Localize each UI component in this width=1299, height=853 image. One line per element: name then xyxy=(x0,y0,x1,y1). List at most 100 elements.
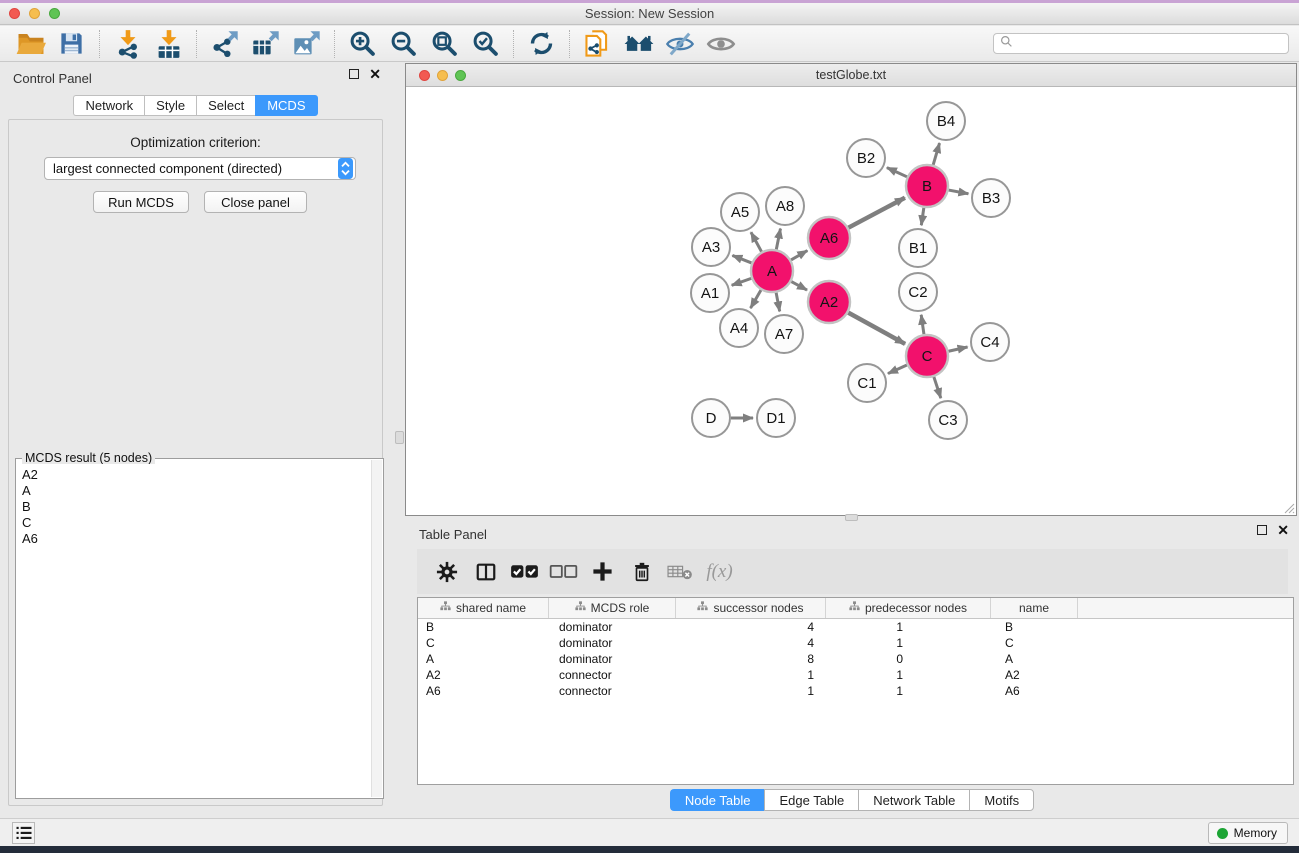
tab-edge-table[interactable]: Edge Table xyxy=(764,789,858,811)
table-row[interactable]: Adominator80A xyxy=(418,651,1293,667)
table-row[interactable]: Cdominator41C xyxy=(418,635,1293,651)
node-B[interactable]: B xyxy=(906,165,948,207)
task-history-button[interactable] xyxy=(12,822,35,844)
node-D[interactable]: D xyxy=(692,399,730,437)
maximize-window-button[interactable] xyxy=(49,8,60,19)
mcds-list-scrollbar[interactable] xyxy=(371,460,382,797)
table-row[interactable]: A2connector11A2 xyxy=(418,667,1293,683)
edge-A-A1[interactable] xyxy=(732,278,752,285)
node-C4[interactable]: C4 xyxy=(971,323,1009,361)
edge-A-A5[interactable] xyxy=(751,232,762,251)
column-view-icon[interactable] xyxy=(466,554,505,590)
edge-C-C4[interactable] xyxy=(948,347,967,351)
node-A7[interactable]: A7 xyxy=(765,315,803,353)
edge-A6-B[interactable] xyxy=(848,198,904,228)
node-B2[interactable]: B2 xyxy=(847,139,885,177)
close-panel-icon[interactable]: ✕ xyxy=(369,69,381,79)
export-image-icon[interactable] xyxy=(286,27,327,60)
settings-icon[interactable] xyxy=(427,554,466,590)
node-C3[interactable]: C3 xyxy=(929,401,967,439)
node-A4[interactable]: A4 xyxy=(720,309,758,347)
clone-network-icon[interactable] xyxy=(577,27,618,60)
close-panel-button[interactable]: Close panel xyxy=(204,191,307,213)
edge-A2-C[interactable] xyxy=(848,313,905,344)
tab-node-table[interactable]: Node Table xyxy=(670,789,765,811)
function-builder-icon[interactable]: f(x) xyxy=(700,554,739,590)
resize-grip[interactable] xyxy=(1283,502,1295,514)
node-A1[interactable]: A1 xyxy=(691,274,729,312)
node-C[interactable]: C xyxy=(906,335,948,377)
import-table-icon[interactable] xyxy=(148,27,189,60)
export-table-icon[interactable] xyxy=(245,27,286,60)
zoom-fit-icon[interactable] xyxy=(424,27,465,60)
minimize-window-button[interactable] xyxy=(29,8,40,19)
tab-style[interactable]: Style xyxy=(144,95,196,116)
mcds-result-item[interactable]: C xyxy=(22,515,371,531)
edge-A-A3[interactable] xyxy=(732,255,751,263)
node-A6[interactable]: A6 xyxy=(808,217,850,259)
mcds-result-item[interactable]: A6 xyxy=(22,531,371,547)
edge-C-C3[interactable] xyxy=(934,377,941,398)
zoom-in-icon[interactable] xyxy=(342,27,383,60)
column-header-successor-nodes[interactable]: successor nodes xyxy=(676,598,826,618)
column-header-MCDS-role[interactable]: MCDS role xyxy=(549,598,676,618)
table-row[interactable]: A6connector11A6 xyxy=(418,683,1293,699)
open-session-icon[interactable] xyxy=(10,27,51,60)
delete-table-icon[interactable] xyxy=(661,554,700,590)
edge-A-A7[interactable] xyxy=(776,293,780,312)
edge-B-B3[interactable] xyxy=(949,190,969,194)
mcds-result-list[interactable]: A2ABCA6 xyxy=(17,464,371,797)
tab-network-table[interactable]: Network Table xyxy=(858,789,969,811)
deselect-all-icon[interactable] xyxy=(544,554,583,590)
node-B3[interactable]: B3 xyxy=(972,179,1010,217)
table-row[interactable]: Bdominator41B xyxy=(418,619,1293,635)
optimization-criterion-select[interactable]: largest connected component (directed) xyxy=(44,157,356,180)
edge-B-B4[interactable] xyxy=(933,143,939,165)
edge-C-C1[interactable] xyxy=(888,365,907,374)
tab-select[interactable]: Select xyxy=(196,95,255,116)
delete-column-icon[interactable] xyxy=(622,554,661,590)
run-mcds-button[interactable]: Run MCDS xyxy=(93,191,189,213)
zoom-out-icon[interactable] xyxy=(383,27,424,60)
edge-A-A8[interactable] xyxy=(776,229,780,250)
node-A[interactable]: A xyxy=(751,250,793,292)
column-header-predecessor-nodes[interactable]: predecessor nodes xyxy=(826,598,991,618)
network-maximize-button[interactable] xyxy=(455,70,466,81)
memory-button[interactable]: Memory xyxy=(1208,822,1288,844)
close-window-button[interactable] xyxy=(9,8,20,19)
show-all-icon[interactable] xyxy=(700,27,741,60)
node-A8[interactable]: A8 xyxy=(766,187,804,225)
export-network-icon[interactable] xyxy=(204,27,245,60)
mcds-result-item[interactable]: A xyxy=(22,483,371,499)
edge-A-A2[interactable] xyxy=(791,282,807,291)
column-header-shared-name[interactable]: shared name xyxy=(418,598,549,618)
node-B4[interactable]: B4 xyxy=(927,102,965,140)
tab-motifs[interactable]: Motifs xyxy=(969,789,1034,811)
refresh-layout-icon[interactable] xyxy=(521,27,562,60)
network-minimize-button[interactable] xyxy=(437,70,448,81)
mcds-result-item[interactable]: A2 xyxy=(22,467,371,483)
float-panel-icon[interactable] xyxy=(349,69,359,79)
node-C2[interactable]: C2 xyxy=(899,273,937,311)
node-A2[interactable]: A2 xyxy=(808,281,850,323)
network-canvas[interactable]: B4B2BB3B1A5A8A6A3AA1C2A2A4A7C4CC1C3DD1 xyxy=(406,88,1296,515)
mcds-result-item[interactable]: B xyxy=(22,499,371,515)
add-column-icon[interactable] xyxy=(583,554,622,590)
network-close-button[interactable] xyxy=(419,70,430,81)
vertical-split-handle[interactable] xyxy=(395,431,404,444)
float-table-panel-icon[interactable] xyxy=(1257,525,1267,535)
select-all-icon[interactable] xyxy=(505,554,544,590)
home-view-icon[interactable] xyxy=(618,27,659,60)
edge-C-C2[interactable] xyxy=(921,315,924,334)
tab-network[interactable]: Network xyxy=(73,95,144,116)
edge-B-B1[interactable] xyxy=(921,208,924,225)
edge-B-B2[interactable] xyxy=(887,168,907,177)
edge-A-A4[interactable] xyxy=(751,290,761,308)
import-network-icon[interactable] xyxy=(107,27,148,60)
column-header-name[interactable]: name xyxy=(991,598,1078,618)
hide-selected-icon[interactable] xyxy=(659,27,700,60)
search-box[interactable] xyxy=(993,33,1289,54)
zoom-selected-icon[interactable] xyxy=(465,27,506,60)
node-B1[interactable]: B1 xyxy=(899,229,937,267)
tab-mcds[interactable]: MCDS xyxy=(255,95,317,116)
